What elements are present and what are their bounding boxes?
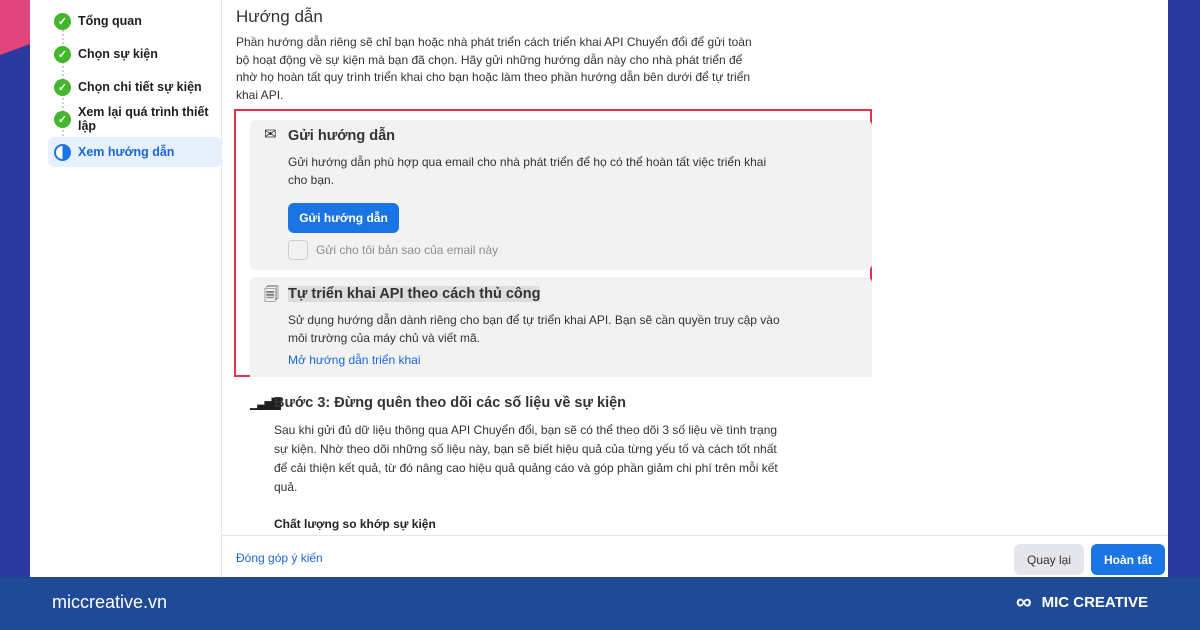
background-decoration [0, 0, 30, 80]
logo-icon: ∞ [1015, 589, 1032, 614]
step-label: Xem lại quá trình thiết lập [78, 105, 209, 133]
card-text: Gửi hướng dẫn phù hợp qua email cho nhà … [288, 155, 767, 187]
open-guide-link[interactable]: Mở hướng dẫn triển khai [288, 351, 788, 369]
subheading: Chất lượng so khớp sự kiện [274, 517, 436, 531]
check-icon: ✓ [54, 110, 71, 128]
feedback-link[interactable]: Đóng góp ý kiến [236, 551, 323, 565]
card-title: Gửi hướng dẫn [288, 128, 396, 144]
intro-text: Phần hướng dẫn riêng sẽ chỉ bạn hoặc nhà… [236, 35, 752, 102]
brand-name: MIC CREATIVE [1041, 593, 1148, 611]
card-text: Sử dụng hướng dẫn dành riêng cho bạn để … [288, 313, 780, 345]
step3-title: Bước 3: Đừng quên theo dõi các số liệu v… [274, 395, 627, 411]
check-icon: ✓ [54, 78, 71, 96]
checkbox-label: Gửi cho tôi bản sao của email này [316, 243, 499, 257]
sidebar-step-review[interactable]: ✓ Xem lại quá trình thiết lập [48, 104, 222, 134]
highlight-box: ✉ Gửi hướng dẫn Gửi hướng dẫn phù hợp qu… [234, 109, 872, 377]
finish-button[interactable]: Hoàn tất [1091, 544, 1165, 575]
page-title: Hướng dẫn [236, 7, 323, 26]
step3-text: Sau khi gửi đủ dữ liệu thông qua API Chu… [274, 423, 778, 494]
step-label: Xem hướng dẫn [78, 145, 175, 159]
check-icon: ✓ [54, 12, 71, 30]
sidebar-step-instructions[interactable]: Xem hướng dẫn [48, 137, 222, 167]
manual-setup-card: 🗐 Tự triển khai API theo cách thủ công S… [250, 277, 872, 377]
card-title: Tự triển khai API theo cách thủ công [288, 286, 541, 302]
step-label: Chọn chi tiết sự kiện [78, 80, 202, 94]
brand-band: miccreative.vn ∞ MIC CREATIVE [0, 577, 1200, 630]
brand-logo: ∞ MIC CREATIVE [1016, 589, 1148, 615]
sidebar-step-overview[interactable]: ✓ Tổng quan [48, 6, 222, 36]
sidebar: ✓ Tổng quan ✓ Chọn sự kiện ✓ Chọn chi tiết … [30, 0, 222, 577]
in-progress-icon [54, 143, 71, 161]
send-instructions-button[interactable]: Gửi hướng dẫn [288, 203, 399, 233]
sidebar-step-event-details[interactable]: ✓ Chọn chi tiết sự kiện [48, 72, 222, 102]
dialog-footer: Đóng góp ý kiến Quay lại Hoàn tất [222, 535, 1168, 577]
sidebar-step-choose-events[interactable]: ✓ Chọn sự kiện [48, 39, 222, 69]
back-button[interactable]: Quay lại [1014, 544, 1084, 575]
copy-email-checkbox[interactable] [288, 240, 308, 260]
envelope-icon: ✉ [264, 126, 277, 143]
send-instructions-card: ✉ Gửi hướng dẫn Gửi hướng dẫn phù hợp qu… [250, 120, 872, 270]
step-label: Tổng quan [78, 14, 142, 28]
site-url: miccreative.vn [52, 592, 168, 612]
document-icon: 🗐 [264, 286, 279, 303]
check-icon: ✓ [54, 45, 71, 63]
step-label: Chọn sự kiện [78, 47, 158, 61]
main-content: Hướng dẫn Phần hướng dẫn riêng sẽ chỉ bạ… [222, 0, 1168, 535]
setup-dialog: ✓ Tổng quan ✓ Chọn sự kiện ✓ Chọn chi tiết … [30, 0, 1168, 577]
